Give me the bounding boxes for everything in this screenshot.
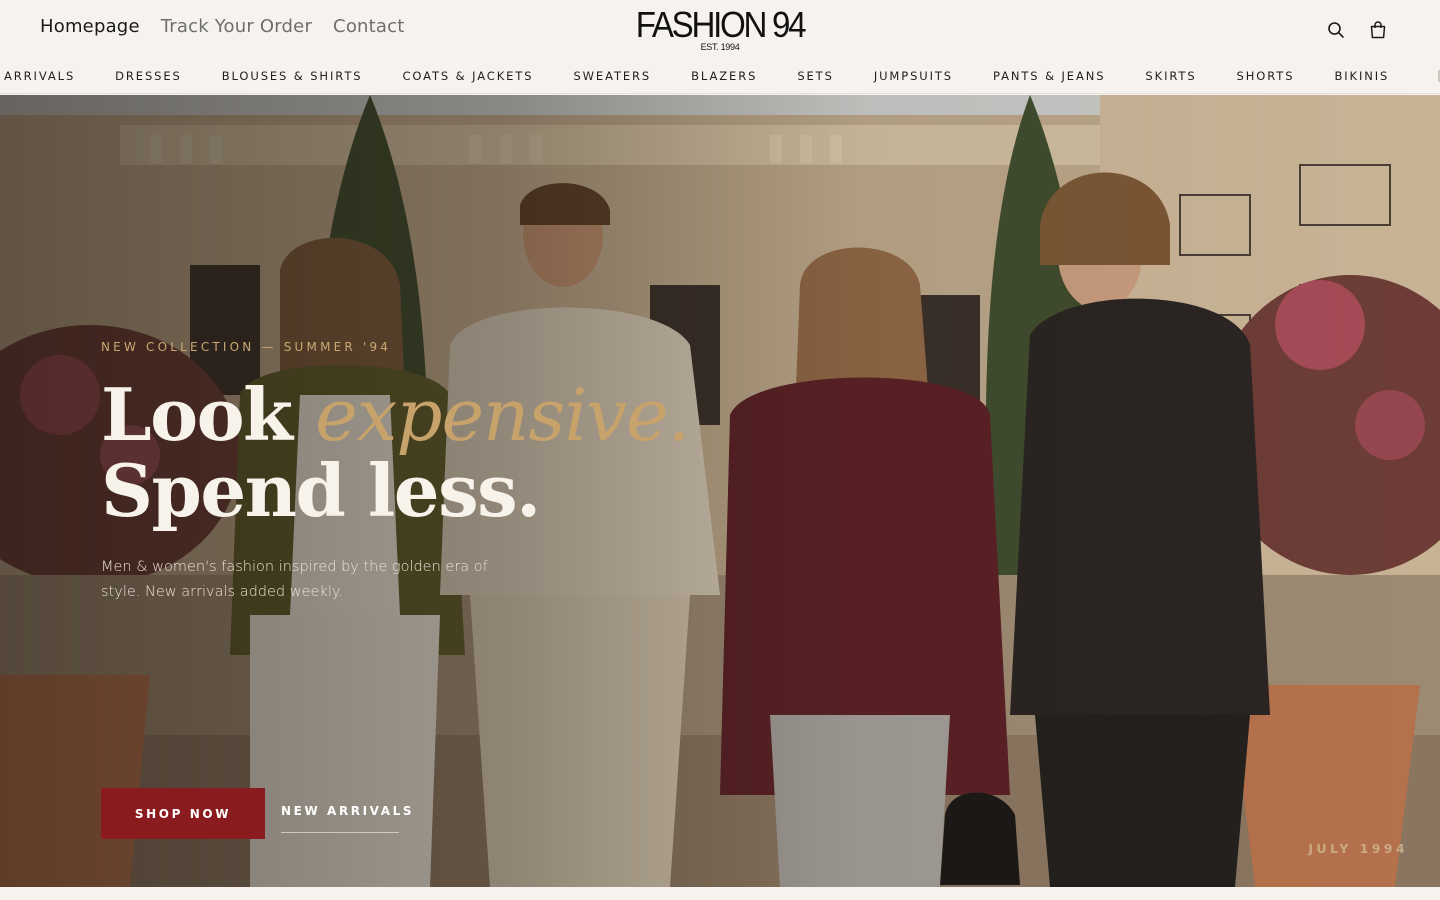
logo-wordmark: FASHION 94 bbox=[635, 4, 807, 45]
nav-track-order-link[interactable]: Track Your Order bbox=[161, 16, 312, 37]
category-dresses[interactable]: DRESSES bbox=[115, 69, 182, 83]
category-blazers[interactable]: BLAZERS bbox=[691, 69, 757, 83]
hero-banner: NEW COLLECTION — SUMMER '94 Look expensi… bbox=[0, 95, 1440, 887]
hero-eyebrow: NEW COLLECTION — SUMMER '94 bbox=[101, 340, 392, 354]
new-arrivals-link[interactable]: NEW ARRIVALS bbox=[281, 804, 412, 833]
headline-line-2: Spend less. bbox=[101, 448, 541, 533]
site-header: Homepage Track Your Order Contact FASHIO… bbox=[0, 0, 1440, 58]
header-actions bbox=[1326, 20, 1388, 40]
shopping-bag-icon[interactable] bbox=[1368, 20, 1388, 40]
category-shorts[interactable]: SHORTS bbox=[1237, 69, 1295, 83]
category-list: ARRIVALS DRESSES BLOUSES & SHIRTS COATS … bbox=[4, 69, 1429, 83]
category-sets[interactable]: SETS bbox=[797, 69, 834, 83]
page-bottom-strip bbox=[0, 887, 1440, 900]
headline-line-1-lead: Look bbox=[101, 372, 293, 457]
category-pants-jeans[interactable]: PANTS & JEANS bbox=[993, 69, 1105, 83]
category-bikinis[interactable]: BIKINIS bbox=[1334, 69, 1389, 83]
category-navigation: ARRIVALS DRESSES BLOUSES & SHIRTS COATS … bbox=[0, 58, 1440, 94]
category-coats-jackets[interactable]: COATS & JACKETS bbox=[402, 69, 533, 83]
top-navigation: Homepage Track Your Order Contact bbox=[40, 16, 404, 37]
headline-accent-word: expensive. bbox=[315, 373, 690, 457]
hero-date-stamp: JULY 1994 bbox=[1308, 841, 1408, 856]
category-sweaters[interactable]: SWEATERS bbox=[573, 69, 651, 83]
brand-logo[interactable]: FASHION 94 EST. 1994 bbox=[620, 4, 820, 53]
shop-now-button[interactable]: SHOP NOW bbox=[101, 788, 265, 839]
category-blouses-shirts[interactable]: BLOUSES & SHIRTS bbox=[222, 69, 363, 83]
category-skirts[interactable]: SKIRTS bbox=[1145, 69, 1196, 83]
hero-headline: Look expensive. Spend less. bbox=[101, 377, 691, 529]
category-jumpsuits[interactable]: JUMPSUITS bbox=[874, 69, 953, 83]
search-icon[interactable] bbox=[1326, 20, 1346, 40]
nav-contact-link[interactable]: Contact bbox=[333, 16, 404, 37]
category-arrivals[interactable]: ARRIVALS bbox=[4, 69, 75, 83]
nav-homepage-link[interactable]: Homepage bbox=[40, 16, 140, 37]
hero-subcopy: Men & women's fashion inspired by the go… bbox=[101, 559, 488, 600]
